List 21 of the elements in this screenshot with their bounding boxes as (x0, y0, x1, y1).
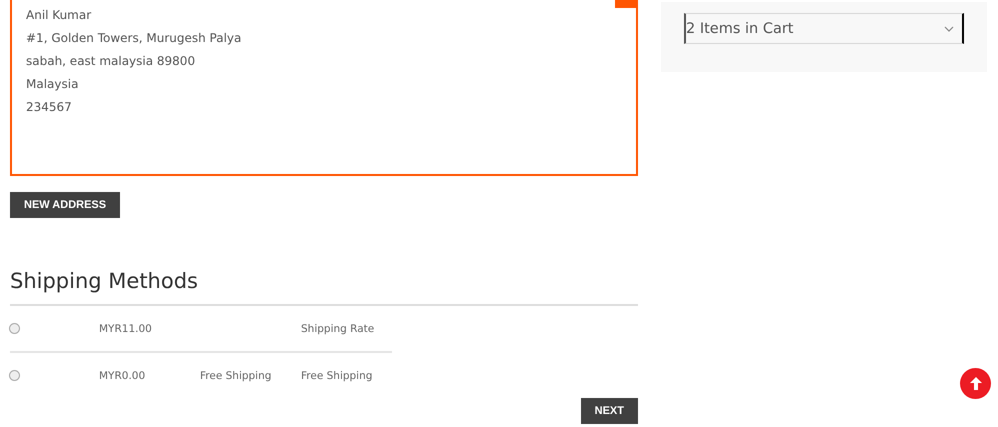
radio-button[interactable] (9, 370, 20, 381)
next-button[interactable]: NEXT (580, 398, 638, 424)
address-line: #1, Golden Towers, Murugesh Palya (26, 30, 242, 47)
address-line: 234567 (26, 99, 73, 116)
method-text: Free Shipping (301, 370, 372, 382)
scroll-top-button[interactable] (960, 368, 991, 399)
carrier-text: Free Shipping (200, 370, 272, 382)
price-text: MYR0.00 (99, 370, 146, 382)
address-line: sabah, east malaysia 89800 (26, 53, 196, 70)
new-address-button[interactable]: NEW ADDRESS (10, 192, 120, 218)
section-heading: Shipping Methods (10, 268, 638, 306)
cart-toggle[interactable]: 2 Items in Cart (684, 13, 964, 44)
price-text: MYR11.00 (99, 322, 152, 334)
arrow-up-icon (968, 376, 982, 391)
address-line: Anil Kumar (26, 7, 92, 24)
chevron-icon (944, 26, 954, 32)
selected-badge (615, 0, 638, 8)
address-card[interactable]: Anil Kumar #1, Golden Towers, Murugesh Palya sabah, east malaysia 89800 Malaysia 234567 (10, 0, 638, 176)
method-text: Shipping Rate (301, 322, 374, 334)
radio-button[interactable] (9, 323, 20, 334)
address-line: Malaysia (26, 76, 80, 93)
